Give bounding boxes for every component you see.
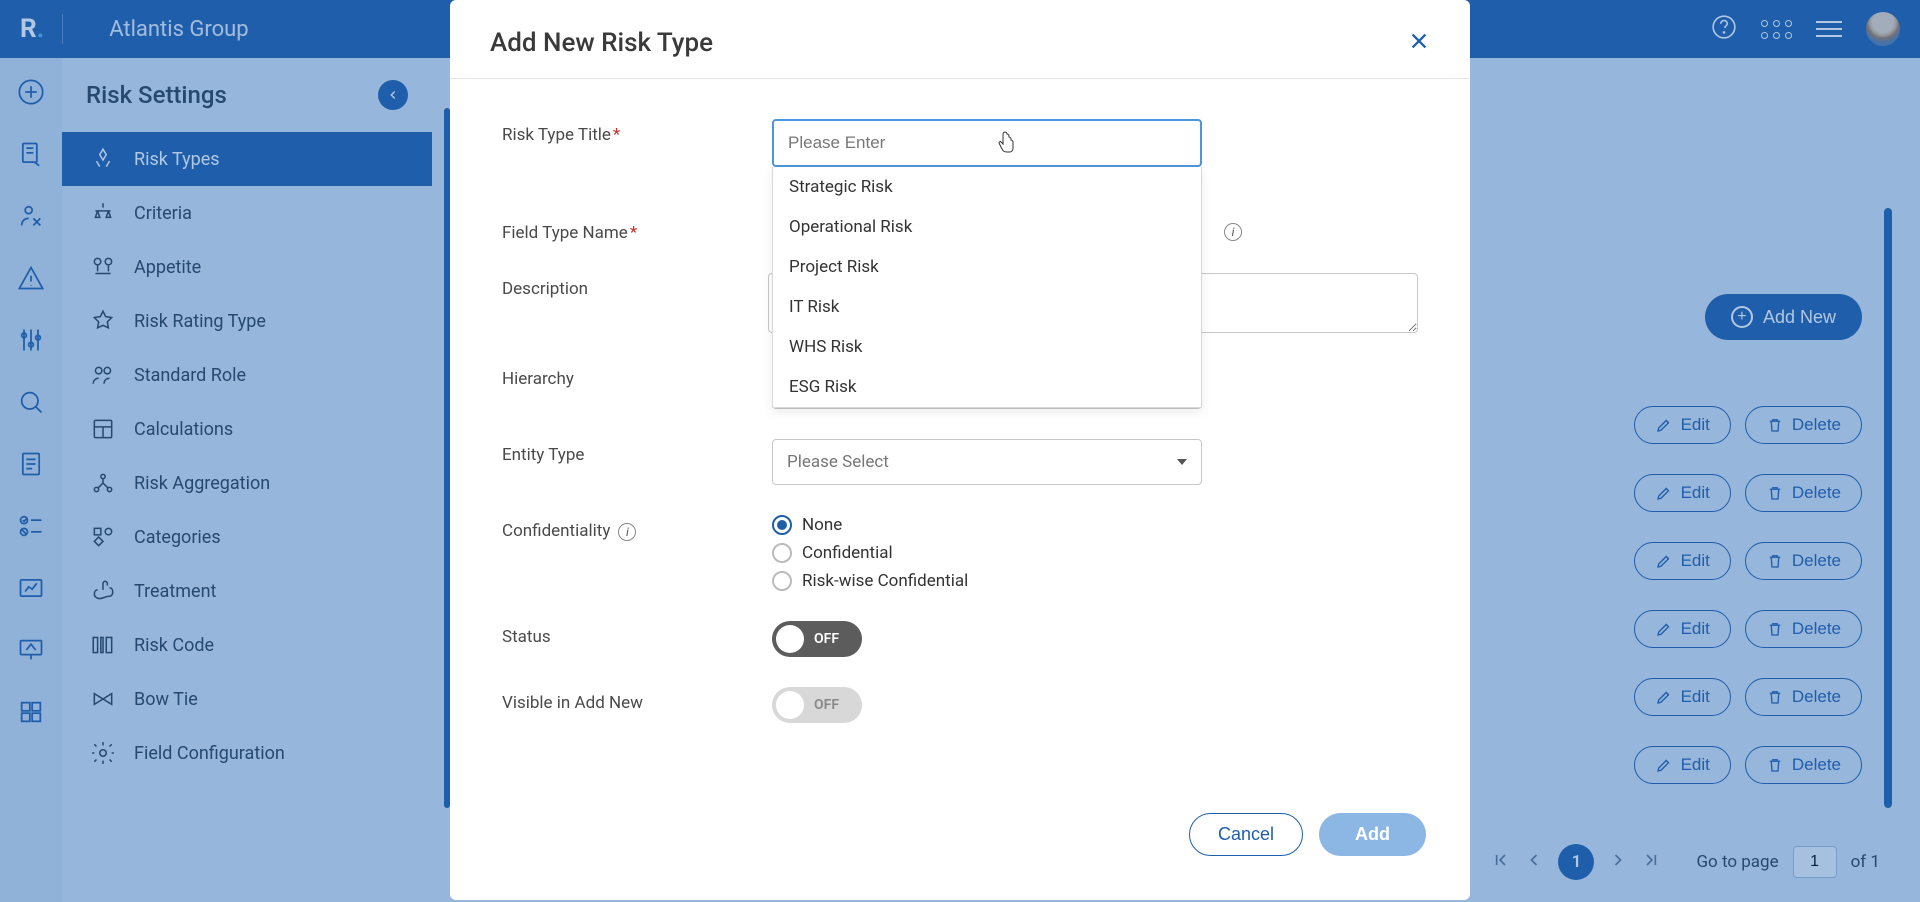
dropdown-option[interactable]: WHS Risk bbox=[773, 327, 1201, 367]
info-icon[interactable]: i bbox=[618, 523, 636, 541]
status-toggle[interactable]: OFF bbox=[772, 621, 862, 657]
label-description: Description bbox=[502, 273, 768, 299]
entity-type-select[interactable]: Please Select bbox=[772, 439, 1202, 485]
label-status: Status bbox=[502, 621, 772, 647]
modal-backdrop: Add New Risk Type Risk Type Title* Strat… bbox=[0, 0, 1920, 902]
cancel-button[interactable]: Cancel bbox=[1189, 813, 1303, 856]
modal-title: Add New Risk Type bbox=[490, 28, 713, 58]
dropdown-option[interactable]: IT Risk bbox=[773, 287, 1201, 327]
radio-none[interactable]: None bbox=[772, 515, 968, 535]
dropdown-option[interactable]: Strategic Risk bbox=[773, 167, 1201, 207]
dropdown-option[interactable]: Project Risk bbox=[773, 247, 1201, 287]
label-confidentiality: Confidentialityi bbox=[502, 515, 772, 541]
radio-confidential[interactable]: Confidential bbox=[772, 543, 968, 563]
visible-toggle[interactable]: OFF bbox=[772, 687, 862, 723]
label-entity-type: Entity Type bbox=[502, 439, 772, 465]
dropdown-option[interactable]: ESG Risk bbox=[773, 367, 1201, 407]
label-visible: Visible in Add New bbox=[502, 687, 772, 713]
dropdown-option[interactable]: Operational Risk bbox=[773, 207, 1201, 247]
info-icon[interactable]: i bbox=[1224, 223, 1242, 241]
label-field-type-name: Field Type Name* bbox=[502, 217, 772, 243]
close-icon[interactable] bbox=[1408, 30, 1430, 56]
label-risk-type-title: Risk Type Title* bbox=[502, 119, 772, 145]
risk-type-title-input[interactable] bbox=[772, 119, 1202, 167]
radio-riskwise[interactable]: Risk-wise Confidential bbox=[772, 571, 968, 591]
risk-type-dropdown: Strategic Risk Operational Risk Project … bbox=[772, 167, 1202, 408]
add-button[interactable]: Add bbox=[1319, 813, 1426, 856]
label-hierarchy: Hierarchy bbox=[502, 363, 772, 389]
add-risk-type-modal: Add New Risk Type Risk Type Title* Strat… bbox=[450, 0, 1470, 900]
